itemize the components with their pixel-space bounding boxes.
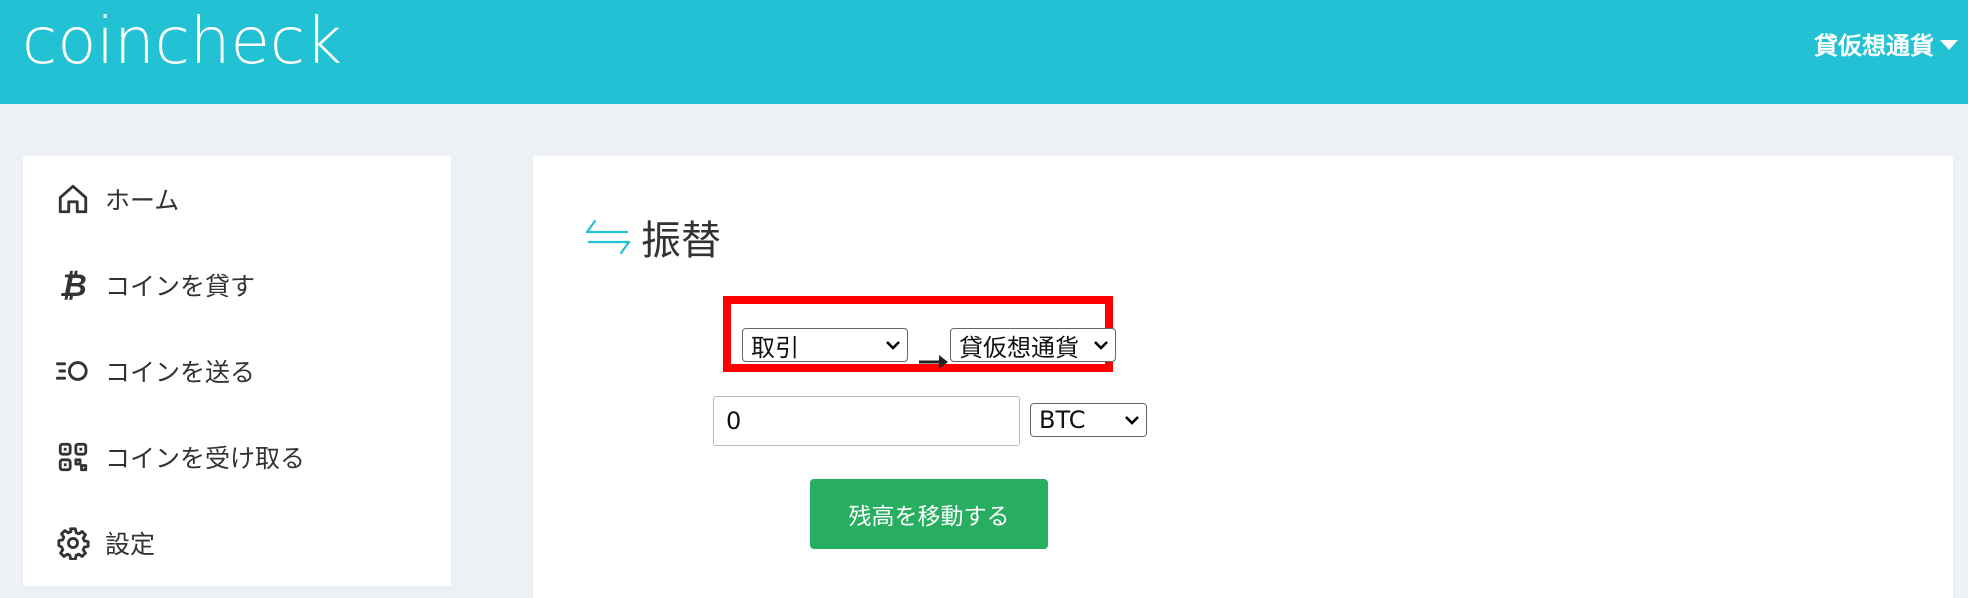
top-header: coincheck 貸仮想通貨 [0, 0, 1968, 104]
home-icon [53, 179, 93, 219]
from-account-value: 取引 [751, 333, 799, 362]
transfer-arrows-icon [583, 215, 633, 259]
account-type-menu[interactable]: 貸仮想通貨 [1814, 26, 1958, 61]
sidebar-item-label: コインを貸す [105, 272, 256, 301]
sidebar-item-send-coins[interactable]: コインを送る [53, 346, 255, 396]
sidebar-item-label: ホーム [105, 186, 180, 215]
sidebar-item-home[interactable]: ホーム [53, 174, 179, 224]
chevron-down-icon [1125, 416, 1139, 425]
svg-text:₿: ₿ [59, 268, 87, 302]
amount-input[interactable]: 0 [713, 396, 1020, 446]
qr-code-icon [53, 437, 93, 477]
bitcoin-icon: ₿ [53, 265, 93, 305]
page-title: 振替 [583, 208, 721, 266]
move-balance-label: 残高を移動する [848, 504, 1010, 530]
page-title-text: 振替 [641, 218, 721, 264]
main-panel: 振替 取引 貸仮想通貨 0 BTC 残高を移動する [533, 156, 1953, 598]
currency-select[interactable]: BTC [1030, 403, 1147, 437]
arrow-right-icon [919, 355, 948, 369]
sidebar-item-label: コインを受け取る [105, 444, 306, 473]
sidebar-item-lend-coins[interactable]: ₿ コインを貸す [53, 260, 255, 310]
send-coin-icon [53, 351, 93, 391]
gear-icon [53, 523, 93, 563]
sidebar-item-receive-coins[interactable]: コインを受け取る [53, 432, 305, 482]
amount-value: 0 [726, 407, 742, 435]
chevron-down-icon [886, 341, 900, 350]
account-type-label: 貸仮想通貨 [1814, 32, 1934, 60]
chevron-down-icon [1094, 341, 1108, 350]
sidebar-item-label: 設定 [105, 530, 156, 559]
move-balance-button[interactable]: 残高を移動する [810, 479, 1048, 549]
from-account-select[interactable]: 取引 [742, 328, 908, 362]
coincheck-logo[interactable]: coincheck [22, 2, 342, 82]
currency-value: BTC [1039, 406, 1086, 434]
caret-down-icon [1940, 39, 1958, 50]
to-account-value: 貸仮想通貨 [959, 333, 1079, 362]
sidebar-item-label: コインを送る [105, 358, 256, 387]
sidebar-item-settings[interactable]: 設定 [53, 518, 155, 568]
to-account-select[interactable]: 貸仮想通貨 [950, 328, 1116, 362]
sidebar: ホーム ₿ コインを貸す コインを送る コインを受け取る 設定 [23, 156, 451, 586]
